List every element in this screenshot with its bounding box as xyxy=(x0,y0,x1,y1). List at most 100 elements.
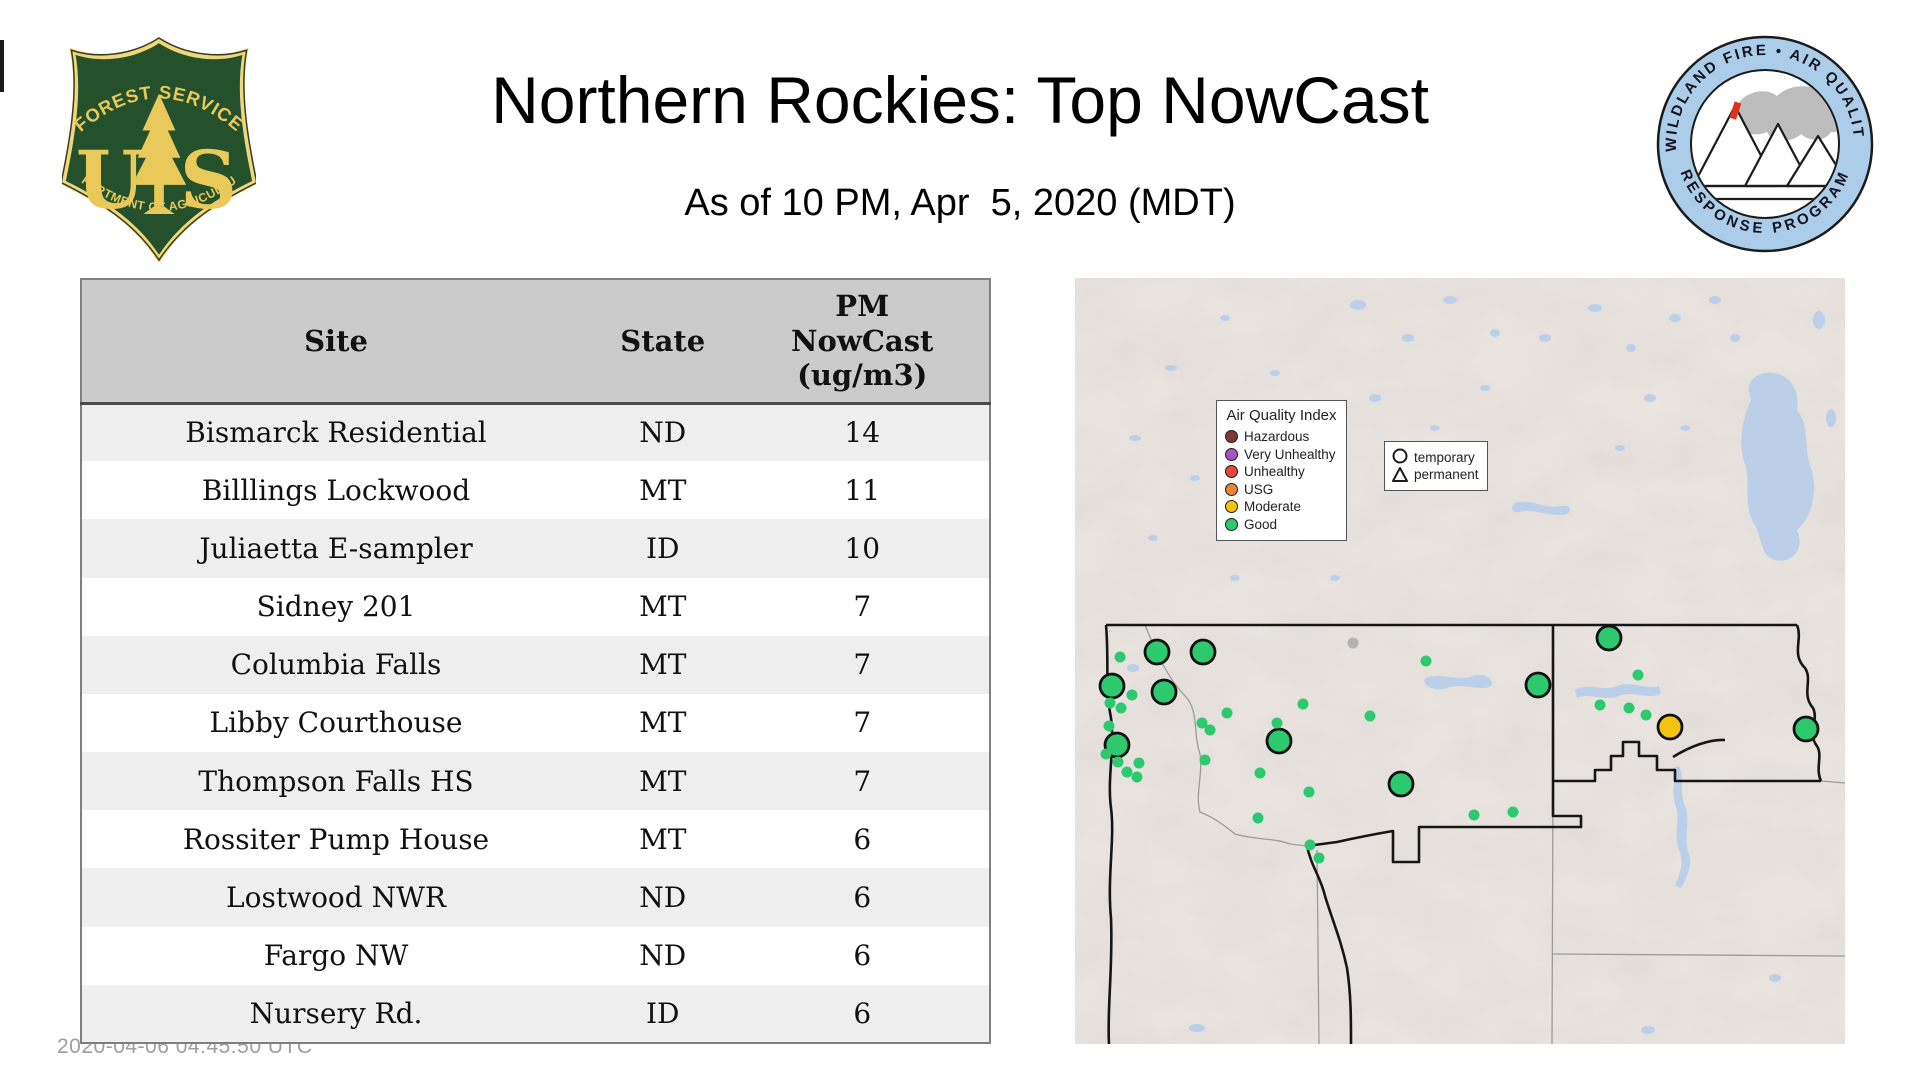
table-row: Nursery Rd. ID 6 xyxy=(81,984,990,1043)
aqi-legend-label: Unhealthy xyxy=(1244,464,1305,480)
nowcast-table: Site State PM NowCast (ug/m3) Bismarck R… xyxy=(80,278,991,1044)
monitor-marker-good-small xyxy=(1254,767,1266,779)
cell-nowcast: 6 xyxy=(735,926,990,985)
aqi-legend-label: USG xyxy=(1244,481,1274,497)
cell-site: Columbia Falls xyxy=(81,635,591,694)
table-row: Columbia Falls MT 7 xyxy=(81,635,990,694)
page-subtitle: As of 10 PM, Apr 5, 2020 (MDT) xyxy=(684,182,1236,224)
aqi-color-swatch xyxy=(1225,517,1238,531)
cell-state: ND xyxy=(590,403,736,462)
table-row: Libby Courthouse MT 7 xyxy=(81,693,990,753)
permanent-marker-icon xyxy=(1392,467,1408,482)
table-row: Juliaetta E-sampler ID 10 xyxy=(81,519,990,578)
table-row: Bismarck Residential ND 14 xyxy=(81,403,990,462)
monitor-marker-good-small xyxy=(1594,699,1606,711)
temporary-marker-icon xyxy=(1392,448,1408,464)
marker-type-legend: temporary permanent xyxy=(1384,441,1488,491)
table-body: Bismarck Residential ND 14 Billlings Lockwo… xyxy=(81,403,990,1043)
column-header-state: State xyxy=(590,279,736,405)
aqi-legend-label: Good xyxy=(1244,516,1278,532)
cell-state: MT xyxy=(590,693,736,753)
cell-site: Bismarck Residential xyxy=(81,403,591,462)
cell-nowcast: 7 xyxy=(735,577,990,636)
monitor-marker-good-small xyxy=(1104,697,1116,709)
aqi-legend-items: Hazardous Very Unhealthy Unhealthy USG Moder… xyxy=(1225,428,1338,533)
monitor-map: Air Quality Index Hazardous Very Unhealth… xyxy=(1075,278,1845,1044)
aqi-legend-item: Unhealthy xyxy=(1225,463,1338,481)
monitor-marker-good-small xyxy=(1507,806,1519,818)
cell-state: ID xyxy=(590,519,736,578)
monitor-marker-good-large xyxy=(1265,727,1293,755)
cell-site: Libby Courthouse xyxy=(81,693,591,753)
aqi-color-swatch xyxy=(1225,447,1238,461)
page-title: Northern Rockies: Top NowCast xyxy=(491,63,1429,137)
monitor-marker-good-large xyxy=(1098,672,1126,700)
aqi-legend-item: Hazardous xyxy=(1225,428,1338,446)
monitor-marker-moderate-large xyxy=(1656,713,1684,741)
monitor-marker-good-large xyxy=(1189,638,1217,666)
table-row: Lostwood NWR ND 6 xyxy=(81,868,990,927)
monitor-marker-good-small xyxy=(1252,812,1264,824)
monitor-marker-good-small xyxy=(1199,754,1211,766)
cell-nowcast: 7 xyxy=(735,693,990,753)
monitor-marker-good-small xyxy=(1364,710,1376,722)
table-row: Thompson Falls HS MT 7 xyxy=(81,752,990,811)
column-header-site: Site xyxy=(81,279,591,405)
cell-state: MT xyxy=(590,752,736,811)
monitor-marker-good-small xyxy=(1420,655,1432,667)
aqi-legend-label: Hazardous xyxy=(1244,429,1310,445)
aqi-legend-item: Good xyxy=(1225,516,1338,534)
temporary-label: temporary xyxy=(1414,450,1475,465)
cell-state: ID xyxy=(590,984,736,1043)
basemap-svg xyxy=(1075,278,1845,1044)
column-header-pm-nowcast: PM NowCast (ug/m3) xyxy=(735,279,990,405)
monitor-marker-good-small xyxy=(1204,724,1216,736)
monitor-marker-good-small xyxy=(1115,702,1127,714)
cell-state: MT xyxy=(590,461,736,520)
cell-state: MT xyxy=(590,577,736,636)
cell-site: Lostwood NWR xyxy=(81,868,591,927)
cell-nowcast: 14 xyxy=(735,403,990,462)
table-row: Fargo NW ND 6 xyxy=(81,926,990,985)
monitor-marker-good-small xyxy=(1133,757,1145,769)
monitor-marker-good-small xyxy=(1121,766,1133,778)
aqi-color-swatch xyxy=(1225,430,1238,444)
monitor-marker-good-small xyxy=(1632,669,1644,681)
cell-nowcast: 6 xyxy=(735,868,990,927)
monitor-marker-good-small xyxy=(1468,809,1480,821)
monitor-marker-good-small xyxy=(1103,720,1115,732)
cell-nowcast: 11 xyxy=(735,461,990,520)
monitor-marker-good-small xyxy=(1313,852,1325,864)
monitor-marker-good-small xyxy=(1131,771,1143,783)
aqi-legend-item: USG xyxy=(1225,481,1338,499)
table-row: Rossiter Pump House MT 6 xyxy=(81,810,990,869)
monitor-marker-good-small xyxy=(1112,756,1124,768)
monitor-marker-good-large xyxy=(1150,678,1178,706)
monitor-marker-nodata-small xyxy=(1347,637,1359,649)
monitor-marker-good-small xyxy=(1303,786,1315,798)
aqi-legend-label: Moderate xyxy=(1244,499,1302,515)
nowcast-table-container: Site State PM NowCast (ug/m3) Bismarck R… xyxy=(80,278,991,1044)
monitor-marker-good-large xyxy=(1524,671,1552,699)
monitor-marker-good-small xyxy=(1640,709,1652,721)
monitor-marker-good-small xyxy=(1297,698,1309,710)
cell-site: Thompson Falls HS xyxy=(81,752,591,811)
monitor-marker-good-small xyxy=(1114,651,1126,663)
cell-site: Billlings Lockwood xyxy=(81,461,591,520)
monitor-marker-good-small xyxy=(1100,748,1112,760)
aqi-color-swatch xyxy=(1225,465,1238,479)
table-row: Sidney 201 MT 7 xyxy=(81,577,990,636)
aqi-legend-title: Air Quality Index xyxy=(1226,407,1337,424)
cell-nowcast: 7 xyxy=(735,752,990,811)
cell-site: Juliaetta E-sampler xyxy=(81,519,591,578)
cell-state: ND xyxy=(590,868,736,927)
cell-state: MT xyxy=(590,635,736,694)
monitor-marker-good-small xyxy=(1221,707,1233,719)
cell-site: Rossiter Pump House xyxy=(81,810,591,869)
cell-state: ND xyxy=(590,926,736,985)
cell-state: MT xyxy=(590,810,736,869)
monitor-marker-good-large xyxy=(1595,624,1623,652)
aqi-color-swatch xyxy=(1225,500,1238,514)
table-row: Billlings Lockwood MT 11 xyxy=(81,461,990,520)
monitor-marker-good-small xyxy=(1271,717,1283,729)
